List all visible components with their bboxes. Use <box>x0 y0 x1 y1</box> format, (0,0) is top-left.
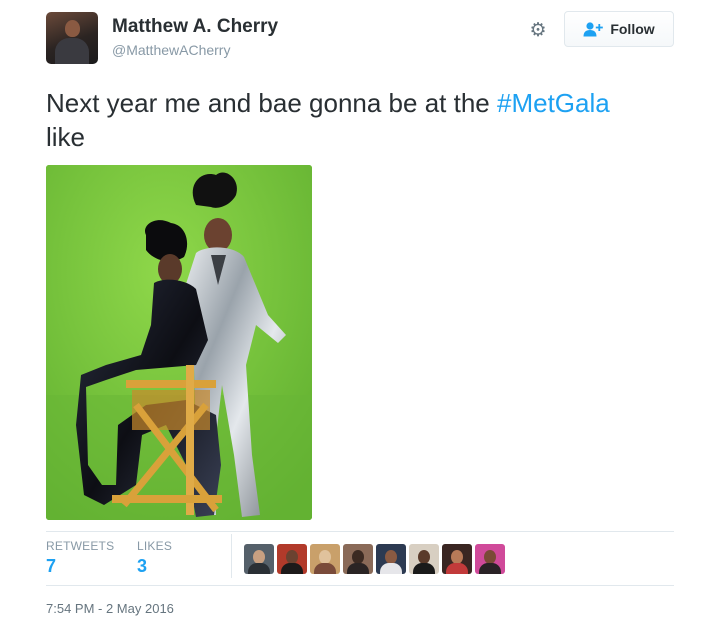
follow-button[interactable]: Follow <box>564 11 674 47</box>
liker-avatar[interactable] <box>442 544 472 574</box>
stats-bottom-divider <box>46 585 674 586</box>
liker-avatar[interactable] <box>310 544 340 574</box>
tweet-text-start: Next year me and bae gonna be at the <box>46 88 497 118</box>
avatar-body <box>55 38 89 64</box>
stats-separator <box>231 534 232 578</box>
retweets-label[interactable]: RETWEETS <box>46 539 114 553</box>
tweet-timestamp[interactable]: 7:54 PM - 2 May 2016 <box>46 601 174 616</box>
screen-name[interactable]: @MatthewACherry <box>112 42 230 58</box>
likes-label[interactable]: LIKES <box>137 539 172 553</box>
stats-top-divider <box>46 531 674 532</box>
tweet-text: Next year me and bae gonna be at the #Me… <box>46 86 686 154</box>
liker-avatar[interactable] <box>376 544 406 574</box>
avatar-head <box>65 20 80 37</box>
liker-avatar[interactable] <box>244 544 274 574</box>
liker-avatar[interactable] <box>475 544 505 574</box>
follow-label: Follow <box>610 21 655 37</box>
add-user-icon <box>583 22 604 37</box>
liker-avatar[interactable] <box>277 544 307 574</box>
likes-count[interactable]: 3 <box>137 556 147 577</box>
hashtag-link[interactable]: #MetGala <box>497 88 610 118</box>
tweet-photo-image <box>46 165 312 520</box>
liker-avatar[interactable] <box>409 544 439 574</box>
avatar[interactable] <box>46 12 98 64</box>
liker-avatar[interactable] <box>343 544 373 574</box>
tweet-text-end: like <box>46 122 86 152</box>
gear-icon[interactable]: ⚙ <box>528 20 548 41</box>
display-name[interactable]: Matthew A. Cherry <box>112 16 278 38</box>
likers-avatars <box>244 544 505 574</box>
tweet-photo[interactable] <box>46 165 312 520</box>
retweets-count[interactable]: 7 <box>46 556 56 577</box>
